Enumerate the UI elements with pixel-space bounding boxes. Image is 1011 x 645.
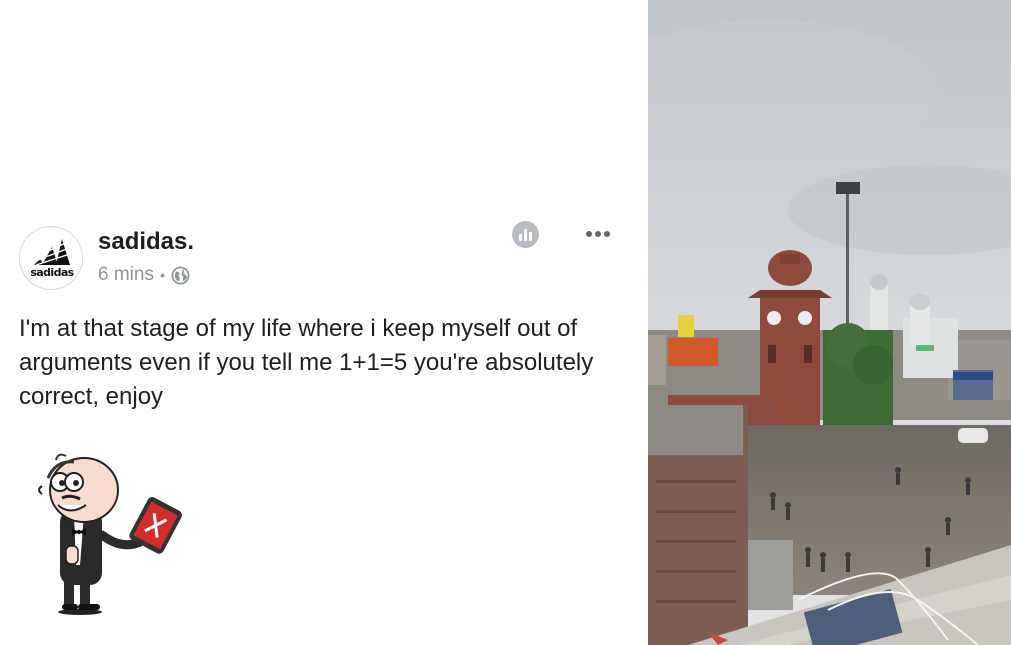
more-horizontal-icon[interactable] [586, 231, 610, 237]
post-card: sadidas sadidas. 6 mins • I'm at that st… [0, 0, 648, 645]
post-text: I'm at that stage of my life where i kee… [19, 315, 594, 410]
avatar-brand-text: sadidas [30, 266, 74, 279]
post-username[interactable]: sadidas. [98, 228, 194, 256]
meta-separator: • [159, 267, 165, 283]
profile-avatar[interactable]: sadidas [19, 226, 83, 290]
clock-tower-image [648, 0, 1011, 645]
street-photo [648, 0, 1011, 645]
post-time[interactable]: 6 mins [98, 264, 154, 286]
post-meta: 6 mins • [98, 264, 190, 286]
bar-chart-icon[interactable] [512, 221, 539, 248]
waiter-with-tablet-icon [38, 453, 182, 615]
globe-icon [171, 266, 190, 284]
adidas-logo-icon [34, 239, 74, 266]
